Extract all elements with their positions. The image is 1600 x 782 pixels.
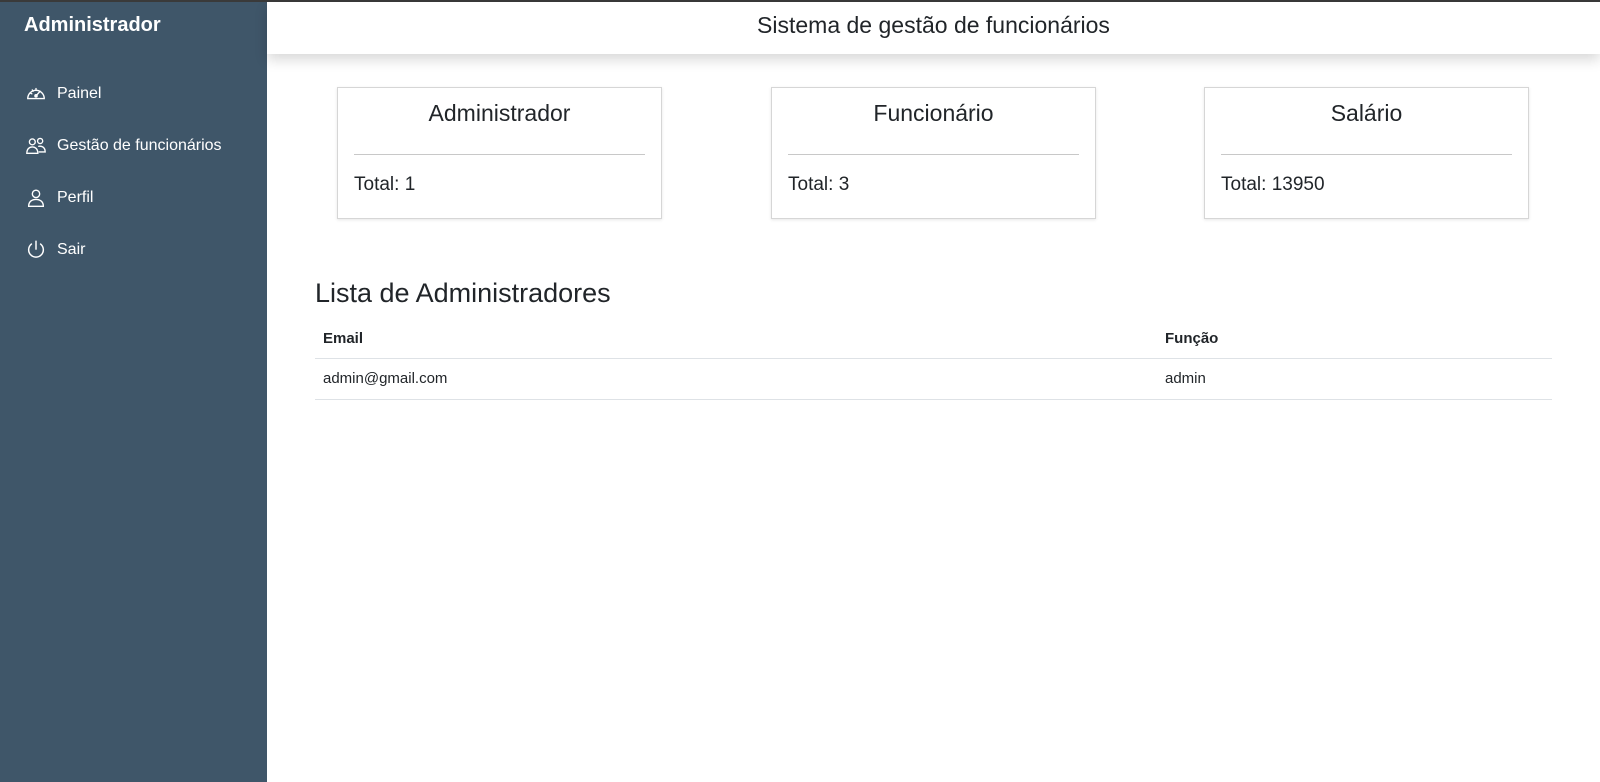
person-icon xyxy=(24,186,48,210)
admin-count-card: Administrador Total: 1 xyxy=(337,87,662,219)
admin-table: Email Função admin@gmail.com admin xyxy=(315,320,1552,400)
cell-role: admin xyxy=(1157,358,1552,400)
table-header-row: Email Função xyxy=(315,320,1552,359)
sidebar-brand[interactable]: Administrador xyxy=(24,14,161,37)
sidebar-item-sair[interactable]: Sair xyxy=(0,224,267,276)
table-row: admin@gmail.com admin xyxy=(315,358,1552,400)
employee-count-card: Funcionário Total: 3 xyxy=(771,87,1096,219)
card-title: Administrador xyxy=(428,100,571,126)
salary-total-card: Salário Total: 13950 xyxy=(1204,87,1529,219)
power-icon xyxy=(24,238,48,262)
sidebar-item-label: Perfil xyxy=(57,189,94,206)
column-header-email: Email xyxy=(315,320,1157,359)
card-divider xyxy=(354,154,645,155)
sidebar-item-label: Painel xyxy=(57,85,102,102)
cell-email: admin@gmail.com xyxy=(315,358,1157,400)
card-total: Total: 13950 xyxy=(1221,174,1325,195)
main-content: Sistema de gestão de funcionários Admini… xyxy=(267,2,1600,782)
people-icon xyxy=(24,134,48,158)
table-body: admin@gmail.com admin xyxy=(315,358,1552,400)
app-window: Administrador Painel Gestão de funcionár… xyxy=(0,0,1600,782)
card-title: Funcionário xyxy=(873,100,994,126)
page-title: Sistema de gestão de funcionários xyxy=(757,11,1110,38)
sidebar-item-perfil[interactable]: Perfil xyxy=(0,172,267,224)
sidebar-nav: Painel Gestão de funcionários Perfil Sai… xyxy=(0,68,267,276)
sidebar-item-label: Sair xyxy=(57,241,86,258)
sidebar-item-gestao[interactable]: Gestão de funcionários xyxy=(0,120,267,172)
sidebar-item-label: Gestão de funcionários xyxy=(57,137,222,154)
admin-list-title: Lista de Administradores xyxy=(315,278,611,308)
card-total: Total: 3 xyxy=(788,174,850,195)
column-header-role: Função xyxy=(1157,320,1552,359)
table-header: Email Função xyxy=(315,320,1552,359)
sidebar-item-painel[interactable]: Painel xyxy=(0,68,267,120)
card-total: Total: 1 xyxy=(354,174,416,195)
card-title: Salário xyxy=(1330,100,1403,126)
top-header: Sistema de gestão de funcionários xyxy=(267,2,1600,54)
speedometer-icon xyxy=(24,82,48,106)
card-divider xyxy=(788,154,1079,155)
card-divider xyxy=(1221,154,1512,155)
sidebar: Administrador Painel Gestão de funcionár… xyxy=(0,2,267,782)
